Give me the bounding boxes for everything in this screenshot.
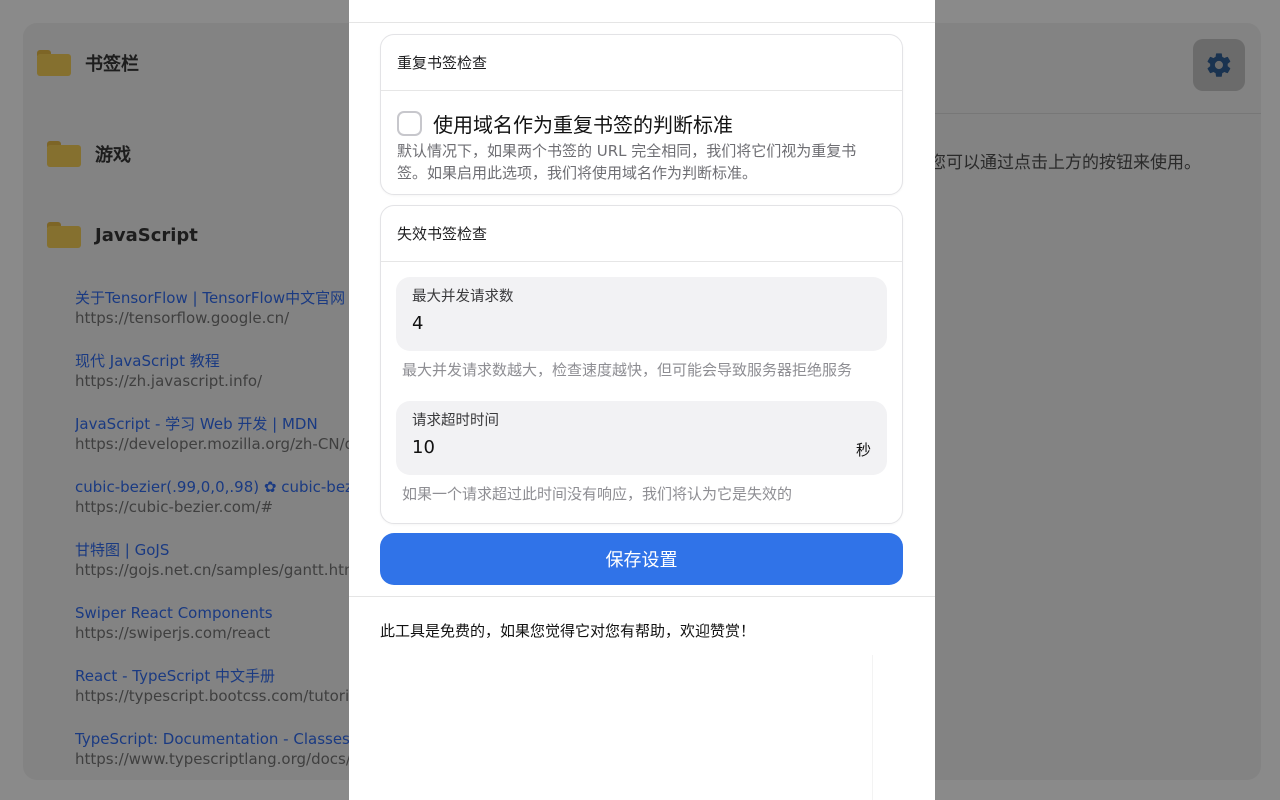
- domain-check-description: 默认情况下，如果两个书签的 URL 完全相同，我们将它们视为重复书签。如果启用此…: [397, 142, 857, 182]
- bookmark-url: https://developer.mozilla.org/zh-CN/docs: [75, 435, 375, 453]
- bookmark-title: 现代 JavaScript 教程: [75, 352, 220, 370]
- timeout-field[interactable]: 请求超时时间 秒: [396, 401, 887, 475]
- invalid-check-title: 失效书签检查: [381, 206, 902, 262]
- domain-check-row[interactable]: 使用域名作为重复书签的判断标准: [381, 91, 902, 138]
- bookmark-item[interactable]: Swiper React Components https://swiperjs…: [75, 603, 375, 666]
- bookmark-list: 关于TensorFlow | TensorFlow中文官网 https://te…: [75, 288, 375, 792]
- folder-icon: [47, 222, 81, 248]
- bookmark-url: https://www.typescriptlang.org/docs/: [75, 750, 351, 768]
- bookmark-item[interactable]: 甘特图 | GoJS https://gojs.net.cn/samples/g…: [75, 540, 375, 603]
- timeout-label: 请求超时时间: [412, 413, 499, 429]
- root-folder-label: 书签栏: [85, 54, 139, 75]
- folder-label: JavaScript: [95, 224, 198, 246]
- concurrency-label: 最大并发请求数: [412, 289, 514, 305]
- invalid-check-card: 失效书签检查 最大并发请求数 最大并发请求数越大，检查速度越快，但可能会导致服务…: [380, 205, 903, 524]
- modal-top-divider: [349, 22, 935, 23]
- domain-checkbox[interactable]: [397, 111, 422, 136]
- bookmark-url: https://tensorflow.google.cn/: [75, 309, 290, 327]
- bookmark-item[interactable]: cubic-bezier(.99,0,0,.98) ✿ cubic-bezier…: [75, 477, 375, 540]
- duplicate-check-card: 重复书签检查 使用域名作为重复书签的判断标准 默认情况下，如果两个书签的 URL…: [380, 34, 903, 195]
- header-divider: [931, 113, 1261, 114]
- timeout-unit: 秒: [855, 441, 871, 459]
- root-folder[interactable]: 书签栏: [37, 50, 139, 76]
- usage-hint: 您可以通过点击上方的按钮来使用。: [929, 153, 1201, 173]
- bookmark-url: https://typescript.bootcss.com/tutorials: [75, 687, 371, 705]
- bookmark-title: cubic-bezier(.99,0,0,.98) ✿ cubic-bezier…: [75, 478, 375, 496]
- bookmark-url: https://zh.javascript.info/: [75, 372, 263, 390]
- bookmark-item[interactable]: JavaScript - 学习 Web 开发 | MDN https://dev…: [75, 414, 375, 477]
- bookmark-item[interactable]: 关于TensorFlow | TensorFlow中文官网 https://te…: [75, 288, 375, 351]
- bookmark-title: React - TypeScript 中文手册: [75, 667, 275, 685]
- concurrency-hint: 最大并发请求数越大，检查速度越快，但可能会导致服务器拒绝服务: [402, 361, 853, 379]
- folder-label: 游戏: [95, 145, 131, 166]
- donate-area: [380, 655, 873, 800]
- donate-text: 此工具是免费的，如果您觉得它对您有帮助，欢迎赞赏！: [380, 622, 756, 640]
- folder-icon: [37, 50, 71, 76]
- folder-javascript[interactable]: JavaScript: [47, 222, 198, 248]
- bookmark-item[interactable]: 现代 JavaScript 教程 https://zh.javascript.i…: [75, 351, 375, 414]
- settings-modal: 重复书签检查 使用域名作为重复书签的判断标准 默认情况下，如果两个书签的 URL…: [349, 0, 935, 800]
- timeout-hint: 如果一个请求超过此时间没有响应，我们将认为它是失效的: [402, 485, 793, 503]
- bookmark-title: 甘特图 | GoJS: [75, 541, 170, 559]
- folder-icon: [47, 141, 81, 167]
- modal-bottom-divider: [349, 596, 935, 597]
- bookmark-url: https://swiperjs.com/react: [75, 624, 271, 642]
- concurrency-input[interactable]: [412, 313, 871, 334]
- folder-games[interactable]: 游戏: [47, 141, 131, 167]
- settings-button[interactable]: [1193, 39, 1245, 91]
- concurrency-field[interactable]: 最大并发请求数: [396, 277, 887, 351]
- duplicate-check-title: 重复书签检查: [381, 35, 902, 91]
- bookmark-title: JavaScript - 学习 Web 开发 | MDN: [75, 415, 318, 433]
- bookmark-title: 关于TensorFlow | TensorFlow中文官网: [75, 289, 346, 307]
- bookmark-url: https://gojs.net.cn/samples/gantt.html: [75, 561, 363, 579]
- bookmark-title: Swiper React Components: [75, 604, 273, 622]
- gear-icon: [1207, 53, 1231, 77]
- bookmark-item[interactable]: TypeScript: Documentation - Classes http…: [75, 729, 375, 792]
- domain-checkbox-label[interactable]: 使用域名作为重复书签的判断标准: [433, 109, 733, 138]
- bookmark-title: TypeScript: Documentation - Classes: [75, 730, 350, 748]
- save-settings-button[interactable]: 保存设置: [380, 533, 903, 585]
- bookmark-item[interactable]: React - TypeScript 中文手册 https://typescri…: [75, 666, 375, 729]
- bookmark-url: https://cubic-bezier.com/#: [75, 498, 274, 516]
- timeout-input[interactable]: [412, 437, 871, 458]
